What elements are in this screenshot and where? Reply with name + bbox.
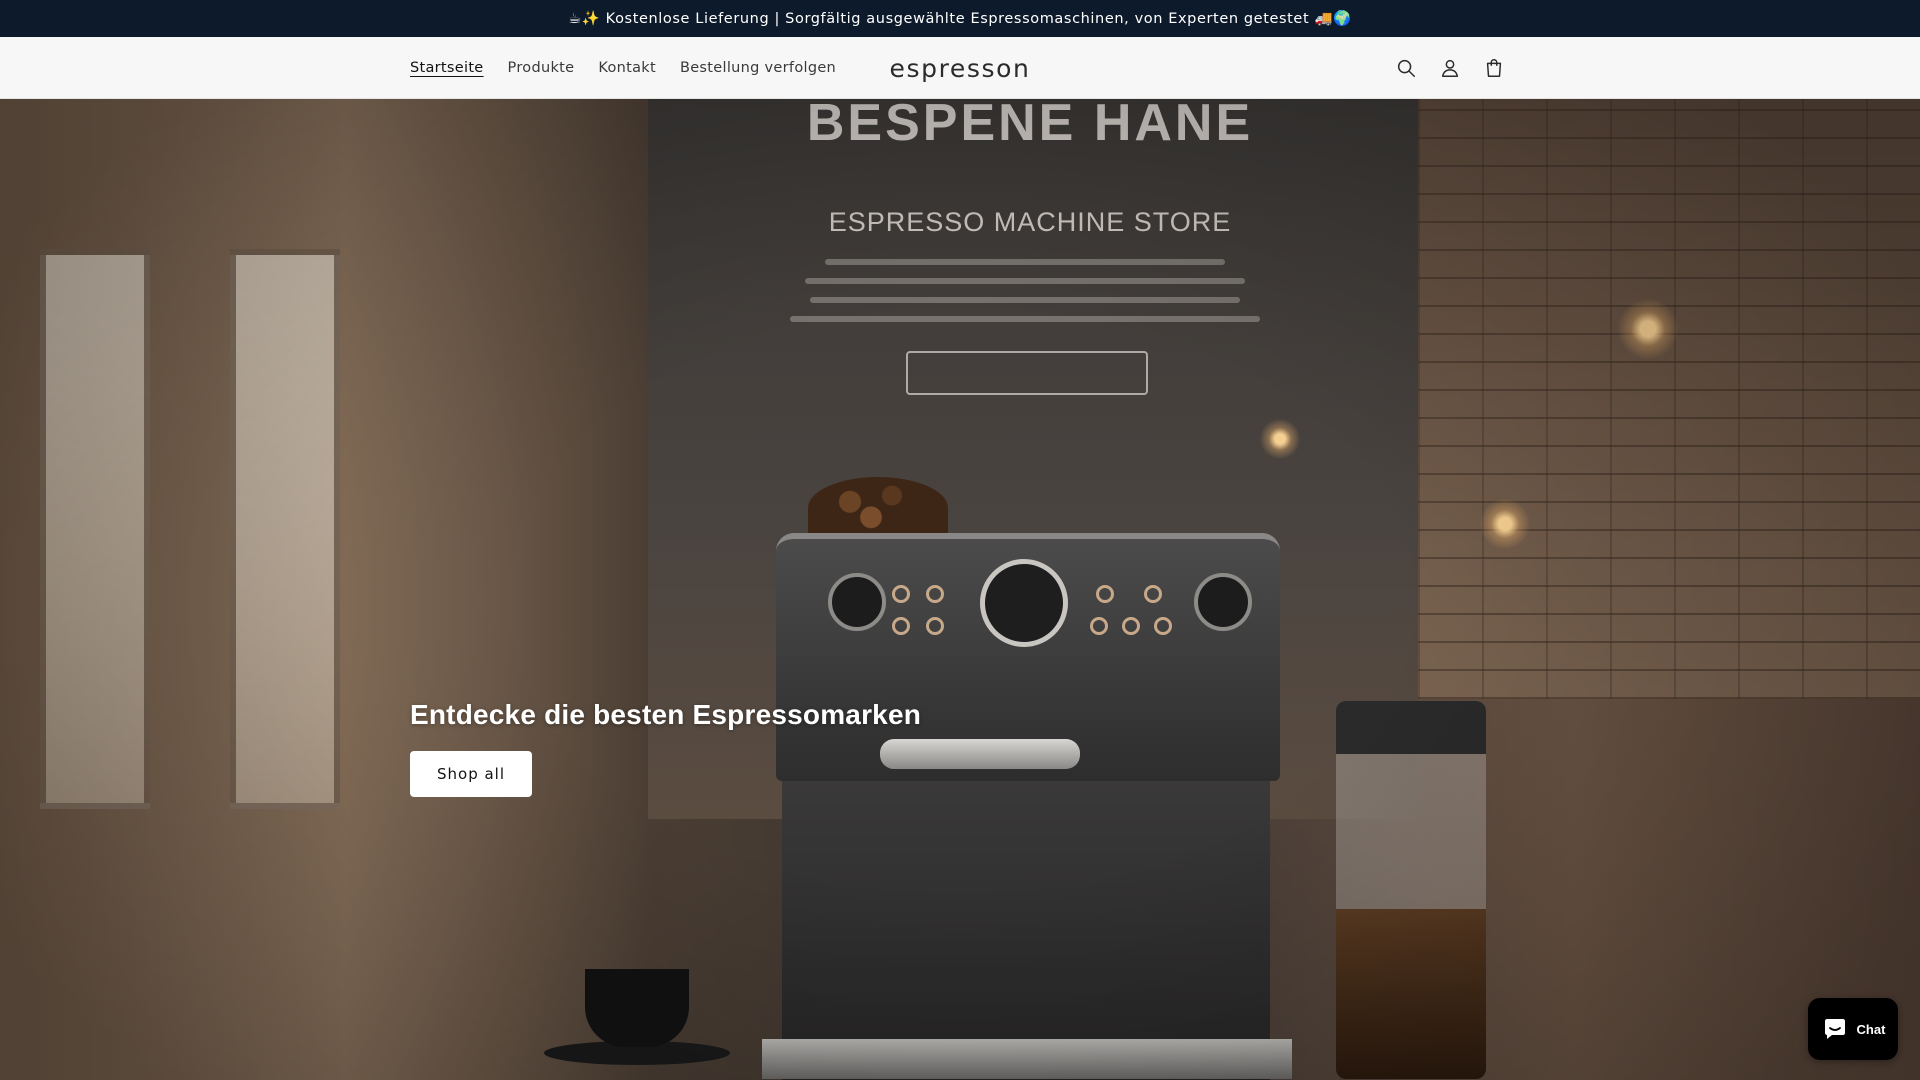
- hero-sign-text-lines: [790, 259, 1260, 335]
- account-icon: [1441, 59, 1459, 77]
- header-icons: [1392, 37, 1508, 99]
- hero-heading: Entdecke die besten Espressomarken: [410, 699, 922, 730]
- hero-window-right: [230, 249, 340, 809]
- hero-machine-knob: [1090, 617, 1108, 635]
- hero-lamp-3: [1260, 419, 1300, 459]
- hero-machine-knob: [926, 617, 944, 635]
- cart-icon: [1486, 59, 1502, 77]
- account-button[interactable]: [1436, 54, 1464, 82]
- hero-lamp-2: [1480, 499, 1530, 549]
- cart-button[interactable]: [1480, 54, 1508, 82]
- hero-machine-lower: [782, 781, 1270, 1080]
- nav-link-produkte[interactable]: Produkte: [508, 60, 575, 76]
- hero-machine-knob: [1144, 585, 1162, 603]
- search-icon: [1397, 59, 1415, 77]
- hero-sign-button-graphic: [906, 351, 1148, 395]
- hero-coffee-beans: [808, 477, 948, 539]
- hero-coffee-cup: [585, 969, 689, 1047]
- announcement-bar: ☕✨ Kostenlose Lieferung | Sorgfältig aus…: [0, 0, 1920, 37]
- shop-all-button[interactable]: Shop all: [410, 751, 532, 797]
- hero-content: Entdecke die besten Espressomarken Shop …: [410, 699, 921, 797]
- hero-sign-subtitle: ESPRESSO MACHINE STORE: [828, 207, 1232, 237]
- chat-bubble-icon: [1824, 1019, 1845, 1039]
- nav-link-startseite[interactable]: Startseite: [410, 60, 484, 76]
- hero-machine-knob: [892, 585, 910, 603]
- hero-brick-wall: [1418, 99, 1920, 699]
- hero-machine-gauge: [980, 559, 1068, 647]
- hero-lamp-1: [1618, 299, 1678, 359]
- hero-banner: BESPENE HANE ESPRESSO MACHINE STORE Entd…: [0, 99, 1920, 1080]
- nav-link-bestellung-verfolgen[interactable]: Bestellung verfolgen: [680, 60, 836, 76]
- hero-machine-knob: [1154, 617, 1172, 635]
- hero-window-left: [40, 249, 150, 809]
- hero-machine-knob: [926, 585, 944, 603]
- hero-machine-knob: [1122, 617, 1140, 635]
- hero-machine-dial-right: [1194, 573, 1252, 631]
- chat-label: Chat: [1856, 1021, 1886, 1037]
- hero-machine-knob: [892, 617, 910, 635]
- hero-sign-title: BESPENE HANE: [806, 99, 1254, 152]
- chat-widget-button[interactable]: Chat: [1808, 998, 1898, 1060]
- hero-machine-knob: [1096, 585, 1114, 603]
- nav-link-kontakt[interactable]: Kontakt: [598, 60, 656, 76]
- hero-drip-tray: [762, 1039, 1292, 1079]
- site-header: Startseite Produkte Kontakt Bestellung v…: [0, 37, 1920, 99]
- hero-machine-dial-left: [828, 573, 886, 631]
- search-button[interactable]: [1392, 54, 1420, 82]
- announcement-text: ☕✨ Kostenlose Lieferung | Sorgfältig aus…: [568, 11, 1352, 27]
- hero-coffee-grinder: [1336, 701, 1486, 1079]
- site-logo[interactable]: espresson: [860, 37, 1060, 99]
- main-nav: Startseite Produkte Kontakt Bestellung v…: [410, 37, 836, 99]
